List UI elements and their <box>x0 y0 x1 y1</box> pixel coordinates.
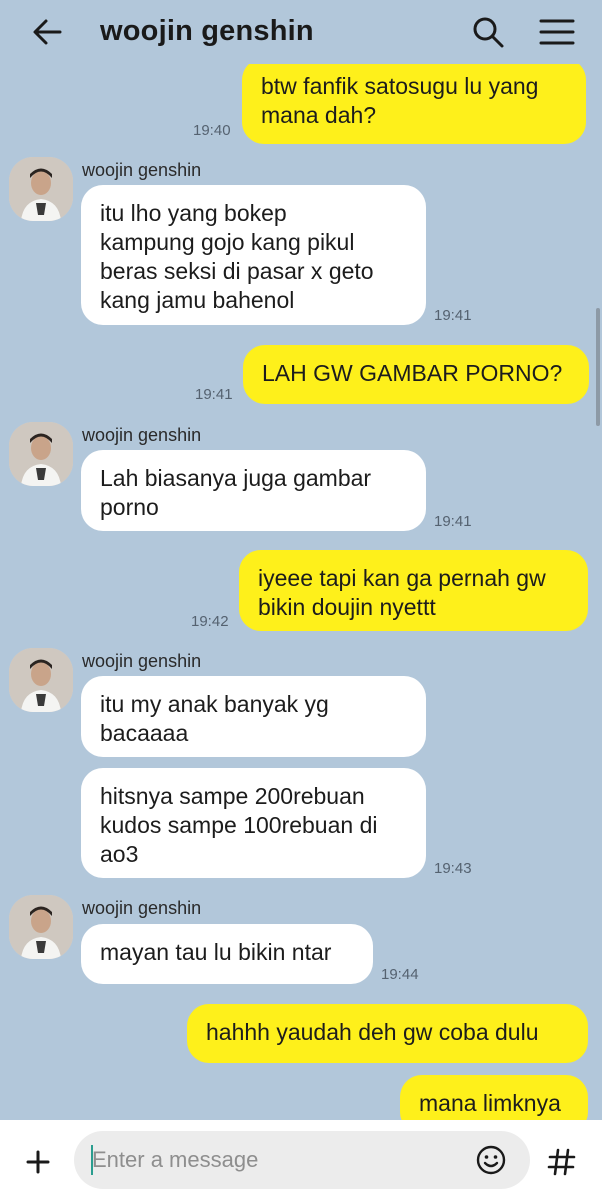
message-time: 19:41 <box>195 386 233 403</box>
avatar[interactable] <box>9 422 73 486</box>
message-composer <box>0 1120 602 1200</box>
my-message[interactable]: iyeee tapi kan ga pernah gw bikin doujin… <box>239 550 588 631</box>
message-input-box[interactable] <box>74 1131 530 1189</box>
search-icon[interactable] <box>466 10 510 54</box>
message-time: 19:44 <box>381 966 419 983</box>
avatar[interactable] <box>9 895 73 959</box>
sender-name: woojin genshin <box>82 160 202 180</box>
message-time: 19:42 <box>191 613 229 630</box>
plus-icon[interactable] <box>16 1140 60 1184</box>
message-time: 19:40 <box>193 122 231 139</box>
text-caret <box>91 1145 93 1175</box>
message-time: 19:41 <box>434 307 472 324</box>
avatar[interactable] <box>9 648 73 712</box>
their-message[interactable]: hitsnya sampe 200rebuan kudos sampe 100r… <box>81 768 426 878</box>
their-message[interactable]: itu lho yang bokep kampung gojo kang pik… <box>81 185 426 325</box>
my-message[interactable]: hahhh yaudah deh gw coba dulu <box>187 1004 588 1063</box>
sender-name: woojin genshin <box>82 651 202 671</box>
hashtag-icon[interactable] <box>540 1140 584 1184</box>
sender-name: woojin genshin <box>82 898 202 918</box>
back-arrow-icon[interactable] <box>26 12 70 52</box>
message-time: 19:43 <box>434 860 472 877</box>
emoji-icon[interactable] <box>470 1139 512 1181</box>
message-time: 19:41 <box>434 513 472 530</box>
sender-name: woojin genshin <box>82 425 202 445</box>
menu-icon[interactable] <box>534 10 578 54</box>
their-message[interactable]: mayan tau lu bikin ntar <box>81 924 373 984</box>
chat-title: woojin genshin <box>100 15 314 47</box>
their-message[interactable]: itu my anak banyak yg bacaaaa <box>81 676 426 757</box>
message-input[interactable] <box>92 1141 462 1179</box>
scrollbar[interactable] <box>596 308 600 426</box>
chat-header: woojin genshin <box>0 0 602 64</box>
my-message[interactable]: LAH GW GAMBAR PORNO? <box>243 345 589 404</box>
their-message[interactable]: Lah biasanya juga gambar porno <box>81 450 426 531</box>
avatar[interactable] <box>9 157 73 221</box>
my-message[interactable]: btw fanfik satosugu lu yang mana dah? <box>242 58 586 144</box>
